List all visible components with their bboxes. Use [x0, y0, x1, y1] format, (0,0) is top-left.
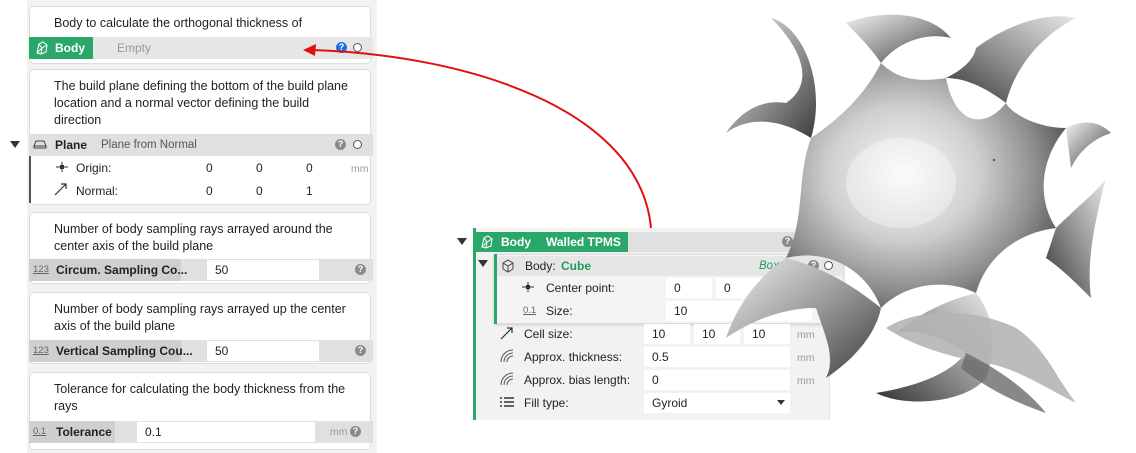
thickness-icon — [500, 349, 514, 363]
cell-x-field[interactable]: 10 — [644, 324, 690, 344]
center-x-field[interactable]: 0 — [666, 278, 712, 298]
fill-type-value: Gyroid — [652, 396, 688, 410]
decimal-icon: 0.1 — [523, 305, 537, 316]
fill-type-label: Fill type: — [524, 396, 569, 410]
body-value[interactable]: Walled TPMS — [546, 232, 621, 252]
center-point-icon — [522, 282, 534, 292]
size-label: Size: — [546, 304, 573, 318]
collapse-chevron-icon[interactable] — [478, 260, 488, 267]
bias-length-label: Approx. bias length: — [524, 373, 631, 387]
center-point-label: Center point: — [546, 281, 615, 295]
collapse-chevron-icon[interactable] — [457, 238, 467, 245]
body-label: Body — [501, 235, 531, 249]
thickness-label: Approx. thickness: — [524, 350, 623, 364]
list-icon — [500, 397, 514, 407]
cell-size-vector-icon — [500, 327, 513, 340]
cell-size-label: Cell size: — [524, 327, 573, 341]
sub-body-value[interactable]: Cube — [561, 256, 591, 276]
cube-icon — [502, 259, 514, 273]
gyroid-3d-render — [726, 14, 1111, 413]
bias-length-icon — [500, 372, 514, 386]
nesting-bar-green — [473, 228, 476, 420]
sub-body-label: Body: — [525, 259, 556, 273]
body-icon — [481, 235, 493, 249]
